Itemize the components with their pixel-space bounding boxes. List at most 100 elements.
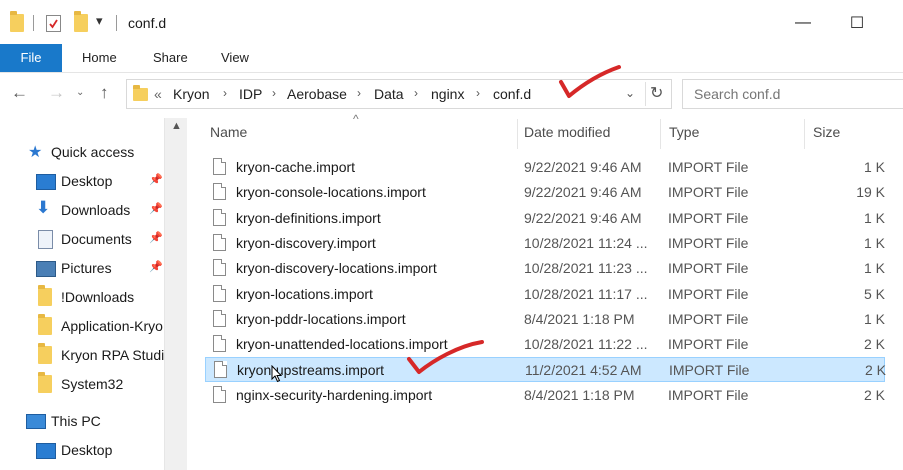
nav-item-system32[interactable]: System32	[0, 371, 164, 397]
new-folder-icon[interactable]	[74, 11, 88, 32]
file-date: 10/28/2021 11:24 ...	[524, 234, 648, 251]
chevron-right-icon[interactable]: ›	[272, 86, 276, 100]
file-row[interactable]: kryon-discovery-locations.import 10/28/20…	[205, 256, 885, 281]
maximize-button[interactable]: ☐	[842, 10, 872, 36]
nav-item-pictures[interactable]: Pictures 📌	[0, 255, 164, 281]
folder-icon	[38, 372, 52, 393]
nav-this-pc[interactable]: This PC	[0, 408, 164, 434]
file-icon	[213, 309, 226, 327]
nav-item-downloads[interactable]: ⬇ Downloads 📌	[0, 197, 164, 223]
nav-item-documents[interactable]: Documents 📌	[0, 226, 164, 252]
nav-item-kryon-rpa-studio[interactable]: Kryon RPA Studi	[0, 342, 164, 368]
navigation-pane: ★ Quick access Desktop 📌 ⬇ Downloads 📌 D…	[0, 118, 186, 470]
chevron-right-icon[interactable]: ›	[414, 86, 418, 100]
pin-icon[interactable]: 📌	[149, 202, 163, 215]
file-name[interactable]: kryon-console-locations.import	[236, 184, 426, 200]
file-icon	[213, 259, 226, 277]
file-name[interactable]: kryon-upstreams.import	[237, 362, 384, 378]
forward-arrow-icon[interactable]: →	[48, 83, 65, 103]
folder-icon[interactable]	[10, 11, 24, 32]
file-size: 2 K	[863, 336, 885, 353]
file-type: IMPORT File	[668, 285, 749, 302]
file-name[interactable]: nginx-security-hardening.import	[236, 387, 432, 403]
file-row[interactable]: kryon-console-locations.import 9/22/2021 …	[205, 180, 885, 205]
back-arrow-icon[interactable]: ←	[11, 83, 28, 103]
file-type: IMPORT File	[668, 260, 749, 277]
nav-label: Documents	[61, 231, 132, 247]
pictures-icon	[36, 261, 56, 277]
column-separator[interactable]	[517, 119, 518, 149]
file-name[interactable]: kryon-discovery.import	[236, 235, 376, 251]
breadcrumb-current[interactable]: conf.d	[493, 86, 531, 102]
documents-icon	[38, 230, 53, 249]
annotation-checkmark-icon	[407, 340, 484, 374]
chevron-right-icon[interactable]: ›	[223, 86, 227, 100]
chevron-right-icon[interactable]: ›	[476, 86, 480, 100]
nav-quick-access[interactable]: ★ Quick access	[0, 139, 164, 165]
pin-icon[interactable]: 📌	[149, 231, 163, 244]
tab-file[interactable]: File	[0, 44, 62, 72]
nav-scrollbar[interactable]: ▲	[164, 118, 187, 470]
pin-icon[interactable]: 📌	[149, 173, 163, 186]
file-type: IMPORT File	[668, 386, 749, 403]
file-name[interactable]: kryon-definitions.import	[236, 210, 381, 226]
folder-icon	[38, 285, 52, 306]
desktop-icon	[36, 443, 56, 459]
file-row[interactable]: kryon-cache.import 9/22/2021 9:46 AM IMPOR…	[205, 155, 885, 180]
nav-label: Desktop	[61, 173, 113, 189]
file-name[interactable]: kryon-locations.import	[236, 286, 373, 302]
nav-item-pc-desktop[interactable]: Desktop	[0, 437, 164, 463]
minimize-button[interactable]: —	[788, 10, 818, 36]
file-name[interactable]: kryon-cache.import	[236, 159, 355, 175]
breadcrumb-item[interactable]: Data	[374, 86, 404, 102]
tab-view[interactable]: View	[221, 44, 249, 72]
file-date: 8/4/2021 1:18 PM	[524, 386, 635, 403]
address-dropdown-icon[interactable]: ⌄	[625, 86, 635, 100]
column-separator[interactable]	[660, 119, 661, 149]
file-date: 10/28/2021 11:22 ...	[524, 336, 648, 353]
file-icon	[213, 233, 226, 251]
file-name[interactable]: kryon-pddr-locations.import	[236, 311, 406, 327]
download-arrow-icon: ⬇	[36, 198, 51, 217]
scroll-up-icon[interactable]: ▲	[171, 120, 182, 132]
recent-locations-icon[interactable]: ⌄	[76, 87, 84, 98]
breadcrumb-item[interactable]: IDP	[239, 86, 262, 102]
separator	[33, 15, 34, 31]
nav-label: This PC	[51, 413, 101, 429]
tab-home[interactable]: Home	[82, 44, 117, 72]
breadcrumb-item[interactable]: Kryon	[173, 86, 210, 102]
file-row[interactable]: kryon-definitions.import 9/22/2021 9:46 A…	[205, 206, 885, 231]
breadcrumb-overflow[interactable]: «	[154, 86, 162, 102]
file-date: 9/22/2021 9:46 AM	[524, 209, 642, 226]
column-header-name[interactable]: Name	[210, 124, 247, 140]
nav-item-desktop[interactable]: Desktop 📌	[0, 168, 164, 194]
pin-icon[interactable]: 📌	[149, 260, 163, 273]
file-row[interactable]: nginx-security-hardening.import 8/4/2021 …	[205, 383, 885, 408]
breadcrumb-item[interactable]: Aerobase	[287, 86, 347, 102]
file-row[interactable]: kryon-locations.import 10/28/2021 11:17 .…	[205, 282, 885, 307]
file-row[interactable]: kryon-pddr-locations.import 8/4/2021 1:18…	[205, 307, 885, 332]
file-icon	[213, 183, 226, 201]
customize-quick-access-icon[interactable]: ▾	[96, 13, 103, 29]
column-header-type[interactable]: Type	[669, 124, 699, 140]
nav-item-downloads-folder[interactable]: !Downloads	[0, 284, 164, 310]
file-row[interactable]: kryon-unattended-locations.import 10/28/2…	[205, 332, 885, 357]
column-header-date[interactable]: Date modified	[524, 124, 610, 140]
tab-share[interactable]: Share	[153, 44, 188, 72]
breadcrumb-item[interactable]: nginx	[431, 86, 464, 102]
column-separator[interactable]	[804, 119, 805, 149]
up-arrow-icon[interactable]: ↑	[100, 83, 109, 103]
desktop-icon	[36, 174, 56, 190]
computer-icon	[26, 414, 46, 429]
file-name[interactable]: kryon-discovery-locations.import	[236, 260, 437, 276]
address-bar[interactable]: « Kryon › IDP › Aerobase › Data › nginx …	[126, 65, 672, 109]
column-header-size[interactable]: Size	[813, 124, 840, 140]
properties-icon[interactable]	[46, 15, 61, 32]
refresh-icon[interactable]: ↻	[650, 83, 663, 103]
file-row[interactable]: kryon-discovery.import 10/28/2021 11:24 .…	[205, 231, 885, 256]
nav-item-application-kryon[interactable]: Application-Kryo	[0, 313, 164, 339]
search-input[interactable]	[683, 80, 896, 108]
chevron-right-icon[interactable]: ›	[357, 86, 361, 100]
file-row[interactable]: kryon-upstreams.import 11/2/2021 4:52 AM I…	[205, 357, 886, 383]
search-box[interactable]	[682, 79, 903, 109]
